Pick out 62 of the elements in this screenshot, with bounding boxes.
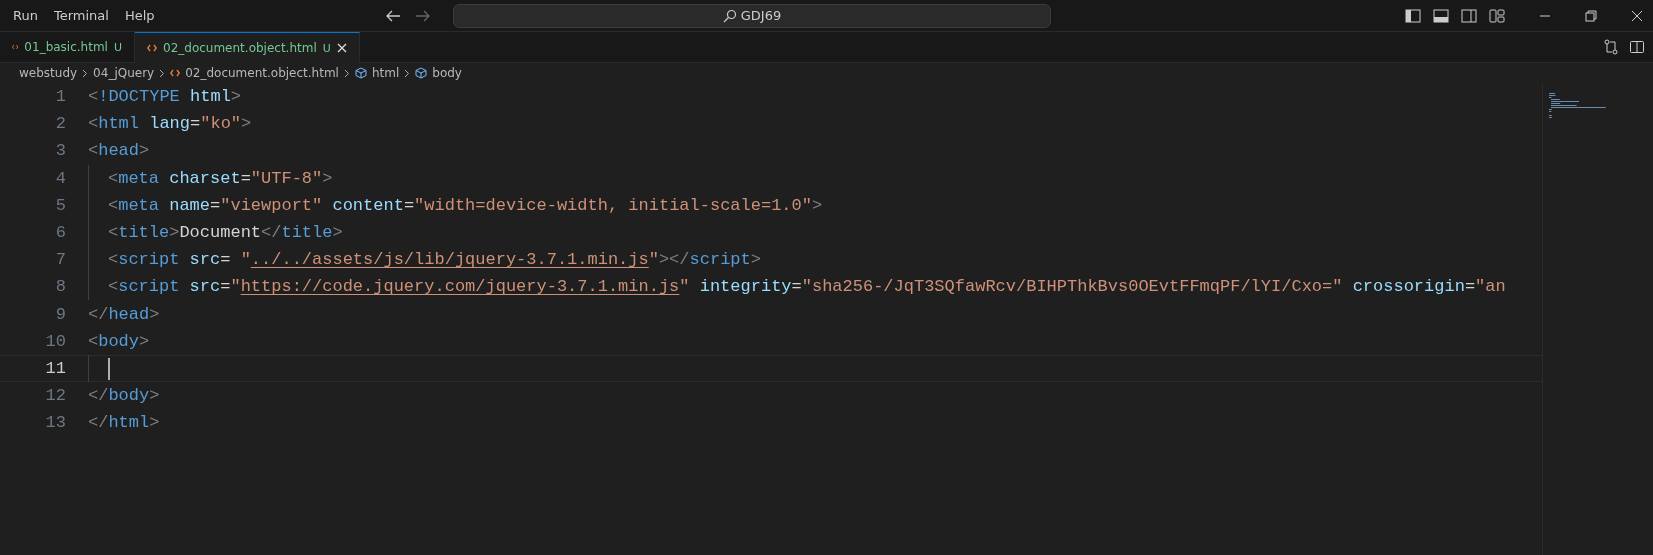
line-number: 9 (54, 304, 67, 324)
code-file-icon (12, 43, 19, 51)
tab-label: 02_document.object.html (163, 41, 317, 55)
line-number: 6 (54, 223, 67, 243)
line-number: 5 (54, 195, 67, 215)
close-icon[interactable] (336, 43, 347, 53)
back-arrow-icon[interactable] (385, 8, 401, 23)
minimap-drawing (1549, 93, 1609, 119)
code-line: <meta charset="UTF-8"> (108, 168, 333, 188)
layout-icon[interactable] (1489, 8, 1505, 23)
search-field[interactable]: GDJ69 (453, 3, 1051, 28)
breadcrumb-item[interactable]: html (371, 66, 400, 80)
code-line: <head> (88, 141, 150, 161)
forward-arrow-icon[interactable] (415, 8, 431, 23)
code-line: <title>Document</title> (108, 223, 343, 243)
line-number: 12 (44, 386, 67, 406)
split-editor-icon[interactable] (1629, 39, 1645, 55)
code-line: </body> (88, 386, 160, 406)
code-line: </head> (88, 304, 160, 324)
search-icon (722, 8, 737, 23)
code-file-icon (170, 69, 181, 77)
breadcrumb-item[interactable]: 02_document.object.html (185, 66, 339, 80)
sidebar-toggle-icon[interactable] (1405, 8, 1421, 23)
editor-tab[interactable]: 02_document.object.html U (135, 32, 360, 63)
code-line: <script src="https://code.jquery.com/jquery-3.7.1.min.js" integrity="sha256-/JqT3SQfawRcv/BIHPThkBvs0OEvtFFmqPF/lYI/Cxo=" crossorigin="an (108, 277, 1506, 297)
line-number: 7 (54, 250, 67, 270)
code-line: <script src= "../../assets/js/lib/jquery-3.7.1.min.js"></script> (108, 250, 761, 270)
text-cursor (108, 357, 110, 380)
breadcrumb-item[interactable]: webstudy (19, 66, 78, 80)
code-line: <!DOCTYPE html> (88, 87, 242, 107)
line-number: 1 (54, 87, 67, 107)
status-letter: U (113, 40, 122, 54)
line-number: 4 (54, 168, 67, 188)
chevron-right-icon (159, 68, 166, 78)
compare-changes-icon[interactable] (1603, 39, 1619, 55)
line-number: 11 (44, 358, 67, 378)
status-letter: U (322, 41, 331, 55)
secondary-sidebar-icon[interactable] (1461, 8, 1477, 23)
menu-item[interactable]: Terminal (45, 6, 117, 25)
breadcrumb-item[interactable]: 04_jQuery (93, 66, 155, 80)
cube-icon (354, 67, 367, 79)
panel-toggle-icon[interactable] (1433, 8, 1449, 23)
line-number: 2 (54, 114, 67, 134)
code-line: <html lang="ko"> (88, 114, 252, 134)
line-number: 8 (54, 277, 67, 297)
tab-label: 01_basic.html (24, 40, 108, 54)
chevron-right-icon (404, 68, 411, 78)
code-line: <body> (88, 331, 150, 351)
chevron-right-icon (82, 68, 89, 78)
code-file-icon (147, 44, 157, 52)
line-number: 13 (44, 413, 67, 433)
menu-item[interactable]: Run (5, 6, 46, 25)
close-icon[interactable] (1631, 9, 1643, 22)
menu-item[interactable]: Help (116, 6, 163, 25)
line-number: 3 (54, 141, 67, 161)
line-number: 10 (44, 331, 67, 351)
chevron-right-icon (343, 68, 350, 78)
cube-icon (415, 67, 428, 79)
code-line: <meta name="viewport" content="width=device-width, initial-scale=1.0"> (108, 195, 823, 215)
breadcrumb-item[interactable]: body (432, 66, 462, 80)
code-line: </html> (88, 413, 160, 433)
restore-icon[interactable] (1585, 9, 1597, 22)
